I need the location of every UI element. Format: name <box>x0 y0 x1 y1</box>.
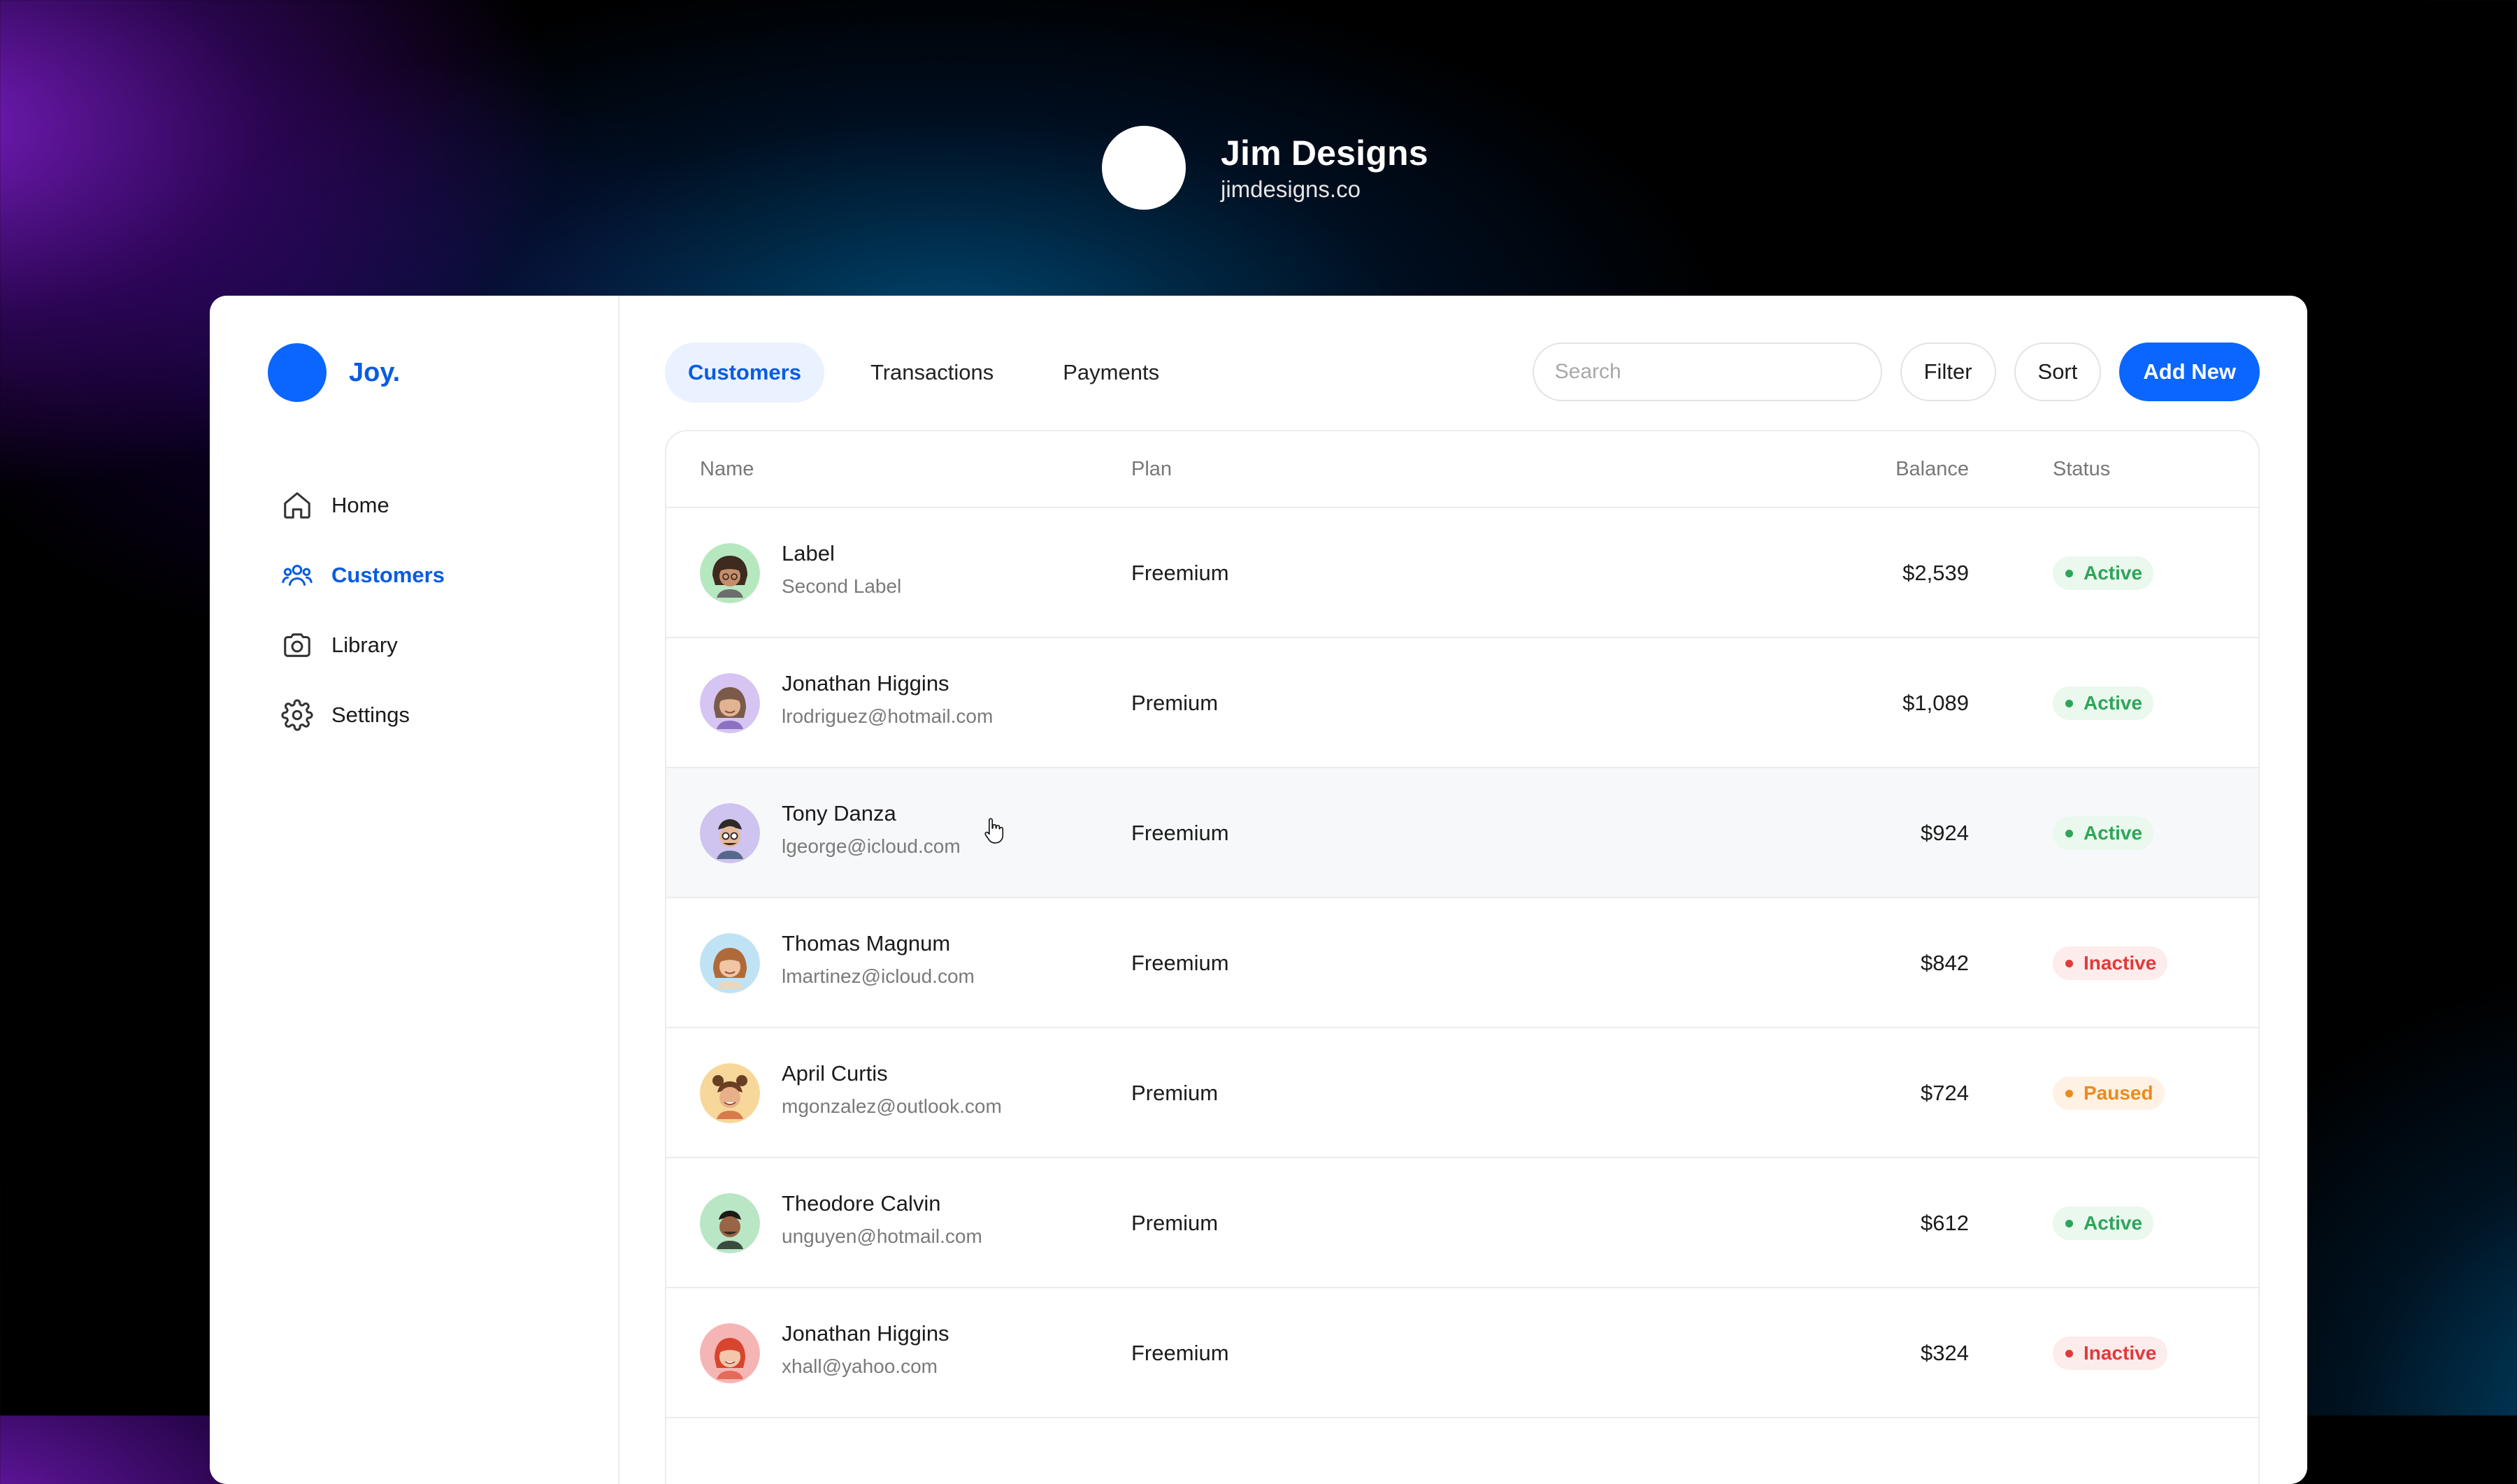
table-row[interactable]: April Curtis mgonzalez@outlook.com Premi… <box>666 1028 2258 1158</box>
customer-email: lgeorge@icloud.com <box>782 835 961 857</box>
plan-cell: Freemium <box>1131 951 1229 975</box>
app-logo[interactable]: Joy. <box>268 343 400 402</box>
status-badge: Active <box>2053 1206 2154 1240</box>
sidebar-nav: Home Customers Library Settings <box>281 470 445 750</box>
customer-cell: Theodore Calvin unguyen@hotmail.com <box>782 1190 982 1249</box>
sidebar-item-label: Customers <box>331 563 445 587</box>
sort-button[interactable]: Sort <box>2014 343 2102 401</box>
customer-email: unguyen@hotmail.com <box>782 1225 982 1247</box>
customer-name: Label <box>782 541 835 565</box>
customer-name: Theodore Calvin <box>782 1191 941 1216</box>
sidebar-item-label: Library <box>331 633 398 657</box>
balance-cell: $724 <box>1921 1081 1969 1105</box>
toolbar: Filter Sort Add New <box>1532 343 2260 401</box>
customer-name: April Curtis <box>782 1061 888 1086</box>
table-row[interactable]: Tony Danza lgeorge@icloud.com Freemium $… <box>666 768 2258 898</box>
status-badge: Active <box>2053 556 2154 590</box>
plan-cell: Premium <box>1131 1081 1219 1105</box>
workspace-name: Jim Designs <box>1221 134 1428 173</box>
customer-name: Jonathan Higgins <box>782 671 949 696</box>
customer-name: Tony Danza <box>782 801 896 826</box>
customer-email: mgonzalez@outlook.com <box>782 1095 1002 1117</box>
sidebar: Joy. Home Customers Library Settings <box>210 296 619 1484</box>
balance-cell: $924 <box>1921 821 1969 845</box>
balance-cell: $842 <box>1921 951 1969 975</box>
customer-email: Second Label <box>782 575 902 597</box>
status-badge: Active <box>2053 816 2154 850</box>
app-window: Joy. Home Customers Library Settings Cus… <box>210 296 2307 1484</box>
search-input[interactable] <box>1532 343 1882 401</box>
tab-customers[interactable]: Customers <box>665 343 824 403</box>
hand-cursor-icon <box>984 818 1004 844</box>
column-header-status[interactable]: Status <box>2053 431 2110 507</box>
balance-cell: $1,089 <box>1902 691 1969 715</box>
users-icon <box>281 559 313 591</box>
column-header-name[interactable]: Name <box>700 431 754 507</box>
avatar <box>700 803 760 863</box>
logo-mark <box>268 343 327 402</box>
balance-cell: $612 <box>1921 1211 1969 1235</box>
customer-name: Jonathan Higgins <box>782 1321 949 1346</box>
avatar <box>700 1193 760 1253</box>
table-header: Name Plan Balance Status <box>666 431 2258 508</box>
status-badge: Inactive <box>2053 1337 2168 1370</box>
table-row[interactable]: Jonathan Higgins lrodriguez@hotmail.com … <box>666 638 2258 768</box>
sidebar-item-label: Home <box>331 493 389 517</box>
customers-table: Name Plan Balance Status Label Second La… <box>665 430 2260 1484</box>
sidebar-item-home[interactable]: Home <box>281 470 445 540</box>
customer-email: lrodriguez@hotmail.com <box>782 705 994 727</box>
table-row[interactable]: Thomas Magnum lmartinez@icloud.com Freem… <box>666 898 2258 1028</box>
avatar <box>700 933 760 993</box>
add-new-button[interactable]: Add New <box>2119 343 2260 401</box>
sidebar-item-label: Settings <box>331 703 410 727</box>
status-badge: Active <box>2053 686 2154 720</box>
avatar <box>700 543 760 603</box>
balance-cell: $324 <box>1921 1341 1969 1365</box>
customer-email: lmartinez@icloud.com <box>782 965 975 987</box>
sidebar-item-library[interactable]: Library <box>281 610 445 680</box>
plan-cell: Freemium <box>1131 821 1229 845</box>
workspace-info: Jim Designs jimdesigns.co <box>1221 133 1428 203</box>
table-row[interactable]: Label Second Label Freemium $2,539 Activ… <box>666 508 2258 638</box>
plan-cell: Premium <box>1131 691 1219 715</box>
home-icon <box>281 489 313 521</box>
tab-transactions[interactable]: Transactions <box>847 343 1017 403</box>
column-header-balance[interactable]: Balance <box>1895 431 1969 507</box>
workspace-avatar <box>1102 126 1186 210</box>
customer-email: xhall@yahoo.com <box>782 1355 938 1377</box>
avatar <box>700 673 760 733</box>
workspace-header: Jim Designs jimdesigns.co <box>1102 126 1428 210</box>
tab-bar: Customers Transactions Payments <box>665 343 1205 403</box>
sidebar-item-customers[interactable]: Customers <box>281 540 445 610</box>
plan-cell: Freemium <box>1131 1341 1229 1365</box>
avatar <box>700 1063 760 1123</box>
customer-cell: Jonathan Higgins lrodriguez@hotmail.com <box>782 670 993 729</box>
workspace-url: jimdesigns.co <box>1221 176 1361 202</box>
gear-icon <box>281 699 313 731</box>
avatar <box>700 1323 760 1383</box>
customer-cell: Thomas Magnum lmartinez@icloud.com <box>782 930 975 989</box>
logo-text: Joy. <box>349 357 401 387</box>
customer-cell: Label Second Label <box>782 540 901 599</box>
status-badge: Paused <box>2053 1076 2165 1110</box>
plan-cell: Premium <box>1131 1211 1219 1235</box>
column-header-plan[interactable]: Plan <box>1131 431 1172 507</box>
filter-button[interactable]: Filter <box>1900 343 1996 401</box>
status-badge: Inactive <box>2053 946 2168 980</box>
plan-cell: Freemium <box>1131 561 1229 585</box>
camera-icon <box>281 629 313 661</box>
sidebar-item-settings[interactable]: Settings <box>281 680 445 750</box>
main-content: Customers Transactions Payments Filter S… <box>665 296 2307 1484</box>
customer-name: Thomas Magnum <box>782 931 951 956</box>
tab-payments[interactable]: Payments <box>1040 343 1182 403</box>
table-row[interactable]: Jonathan Higgins xhall@yahoo.com Freemiu… <box>666 1288 2258 1418</box>
table-row[interactable]: Theodore Calvin unguyen@hotmail.com Prem… <box>666 1158 2258 1288</box>
customer-cell: April Curtis mgonzalez@outlook.com <box>782 1060 1002 1119</box>
customer-cell: Jonathan Higgins xhall@yahoo.com <box>782 1320 949 1379</box>
balance-cell: $2,539 <box>1902 561 1969 585</box>
customer-cell: Tony Danza lgeorge@icloud.com <box>782 800 961 859</box>
